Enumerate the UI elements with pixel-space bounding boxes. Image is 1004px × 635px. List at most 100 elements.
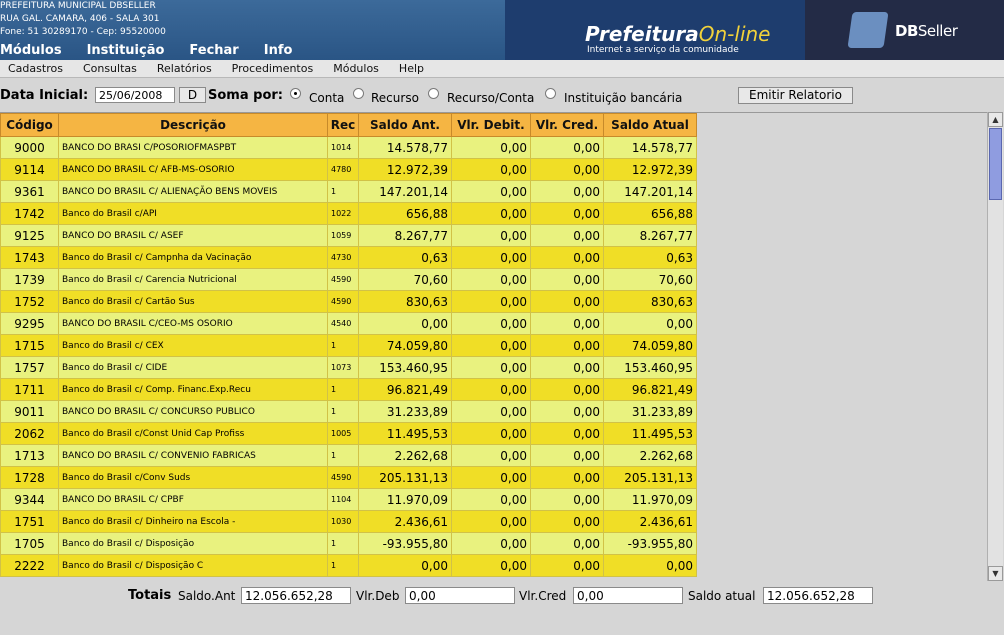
top-menu-modulos[interactable]: Módulos	[0, 43, 62, 60]
radio-recurso-conta[interactable]	[428, 88, 439, 99]
cell-saldo-ant: 656,88	[358, 202, 452, 225]
cell-vlr-cred: 0,00	[530, 158, 604, 181]
cell-saldo-atual: -93.955,80	[603, 532, 697, 555]
vlr-cred-total-field[interactable]: 0,00	[573, 587, 683, 604]
saldo-ant-label: Saldo.Ant	[178, 589, 236, 603]
table-header-row: Código Descrição Rec Saldo Ant. Vlr. Deb…	[0, 113, 697, 137]
emitir-relatorio-button[interactable]: Emitir Relatorio	[738, 87, 853, 104]
cell-vlr-debit: 0,00	[451, 356, 531, 379]
col-descricao[interactable]: Descrição	[58, 113, 328, 137]
cell-rec: 4780	[327, 158, 359, 181]
sub-menu: Cadastros Consultas Relatórios Procedime…	[0, 60, 1004, 78]
cell-saldo-ant: 0,63	[358, 246, 452, 269]
cell-saldo-atual: 830,63	[603, 290, 697, 313]
scroll-up-arrow-icon[interactable]: ▲	[988, 112, 1003, 127]
cell-saldo-ant: 31.233,89	[358, 400, 452, 423]
cell-saldo-atual: 12.972,39	[603, 158, 697, 181]
table-row[interactable]: 1705 Banco do Brasil c/ Disposição 1 -93.95…	[0, 532, 697, 555]
col-codigo[interactable]: Código	[0, 113, 59, 137]
table-row[interactable]: 1743 Banco do Brasil c/ Campnha da Vacina…	[0, 246, 697, 269]
cell-rec: 1005	[327, 422, 359, 445]
menu-cadastros[interactable]: Cadastros	[8, 62, 63, 75]
table-row[interactable]: 9344 BANCO DO BRASIL C/ CPBF 1104 11.970,09…	[0, 488, 697, 511]
table-row[interactable]: 1752 Banco do Brasil c/ Cartão Sus 4590 830…	[0, 290, 697, 313]
cell-rec: 4730	[327, 246, 359, 269]
table-row[interactable]: 1739 Banco do Brasil c/ Carencia Nutricio…	[0, 268, 697, 291]
col-saldo-ant[interactable]: Saldo Ant.	[358, 113, 452, 137]
cell-saldo-ant: 2.262,68	[358, 444, 452, 467]
table-row[interactable]: 9295 BANCO DO BRASIL C/CEO-MS OSORIO 4540 0…	[0, 312, 697, 335]
cell-vlr-debit: 0,00	[451, 554, 531, 577]
table-row[interactable]: 1711 Banco do Brasil c/ Comp. Financ.Exp.…	[0, 378, 697, 401]
cell-rec: 1059	[327, 224, 359, 247]
col-saldo-atual[interactable]: Saldo Atual	[603, 113, 697, 137]
menu-procedimentos[interactable]: Procedimentos	[232, 62, 314, 75]
cell-vlr-cred: 0,00	[530, 510, 604, 533]
table-row[interactable]: 1715 Banco do Brasil c/ CEX 1 74.059,80 0,00…	[0, 334, 697, 357]
cell-vlr-debit: 0,00	[451, 400, 531, 423]
col-vlr-debit[interactable]: Vlr. Debit.	[451, 113, 531, 137]
radio-recurso[interactable]	[353, 88, 364, 99]
saldo-atual-total-field[interactable]: 12.056.652,28	[763, 587, 873, 604]
cell-descricao: BANCO DO BRASIL C/ CONCURSO PUBLICO	[58, 400, 328, 423]
table-row[interactable]: 1742 Banco do Brasil c/API 1022 656,88 0,00 0…	[0, 202, 697, 225]
cell-codigo: 2222	[0, 554, 59, 577]
cell-vlr-cred: 0,00	[530, 136, 604, 159]
menu-relatorios[interactable]: Relatórios	[157, 62, 212, 75]
table-row[interactable]: 9361 BANCO DO BRASIL C/ ALIENAÇÃO BENS MO…	[0, 180, 697, 203]
table-row[interactable]: 9000 BANCO DO BRASI C/POSORIOFMASPBT 1014 1…	[0, 136, 697, 159]
table-row[interactable]: 1713 BANCO DO BRASIL C/ CONVENIO FABRICAS…	[0, 444, 697, 467]
org-info: PREFEITURA MUNICIPAL DBSELLER RUA GAL. C…	[0, 0, 166, 39]
cell-descricao: Banco do Brasil c/ CIDE	[58, 356, 328, 379]
cell-saldo-ant: 96.821,49	[358, 378, 452, 401]
radio-conta[interactable]	[290, 88, 301, 99]
cell-saldo-atual: 11.970,09	[603, 488, 697, 511]
cell-rec: 1	[327, 378, 359, 401]
cell-vlr-debit: 0,00	[451, 180, 531, 203]
radio-instituicao-bancaria-label: Instituição bancária	[564, 91, 683, 105]
cell-saldo-ant: -93.955,80	[358, 532, 452, 555]
cell-vlr-debit: 0,00	[451, 488, 531, 511]
cell-vlr-debit: 0,00	[451, 136, 531, 159]
table-row[interactable]: 9114 BANCO DO BRASIL C/ AFB-MS-OSORIO 4780…	[0, 158, 697, 181]
menu-modulos[interactable]: Módulos	[333, 62, 379, 75]
cell-codigo: 9344	[0, 488, 59, 511]
table-row[interactable]: 1728 Banco do Brasil c/Conv Suds 4590 205.1…	[0, 466, 697, 489]
table-row[interactable]: 1751 Banco do Brasil c/ Dinheiro na Escol…	[0, 510, 697, 533]
table-row[interactable]: 2062 Banco do Brasil c/Const Unid Cap Pro…	[0, 422, 697, 445]
table-row[interactable]: 1757 Banco do Brasil c/ CIDE 1073 153.460,9…	[0, 356, 697, 379]
cell-rec: 1	[327, 554, 359, 577]
top-menu-instituicao[interactable]: Instituição	[87, 43, 165, 60]
cell-descricao: Banco do Brasil c/ CEX	[58, 334, 328, 357]
saldo-ant-total-field[interactable]: 12.056.652,28	[241, 587, 351, 604]
cell-vlr-debit: 0,00	[451, 444, 531, 467]
date-picker-button[interactable]: D	[179, 87, 206, 103]
table-row[interactable]: 9011 BANCO DO BRASIL C/ CONCURSO PUBLICO 1…	[0, 400, 697, 423]
cell-vlr-debit: 0,00	[451, 312, 531, 335]
data-inicial-input[interactable]: 25/06/2008	[95, 87, 175, 103]
cell-descricao: Banco do Brasil c/ Cartão Sus	[58, 290, 328, 313]
vertical-scrollbar[interactable]: ▲ ▼	[987, 112, 1003, 581]
table-row[interactable]: 9125 BANCO DO BRASIL C/ ASEF 1059 8.267,77 0…	[0, 224, 697, 247]
col-vlr-cred[interactable]: Vlr. Cred.	[530, 113, 604, 137]
cell-descricao: BANCO DO BRASIL C/ ALIENAÇÃO BENS MOVEIS	[58, 180, 328, 203]
table-row[interactable]: 2222 Banco do Brasil c/ Disposição C 1 0,00…	[0, 554, 697, 577]
cell-saldo-ant: 205.131,13	[358, 466, 452, 489]
cell-codigo: 1751	[0, 510, 59, 533]
top-menu-fechar[interactable]: Fechar	[189, 43, 238, 60]
top-menu-info[interactable]: Info	[264, 43, 293, 60]
menu-consultas[interactable]: Consultas	[83, 62, 137, 75]
radio-instituicao-bancaria[interactable]	[545, 88, 556, 99]
col-rec[interactable]: Rec	[327, 113, 359, 137]
vlr-deb-total-field[interactable]: 0,00	[405, 587, 515, 604]
scroll-down-arrow-icon[interactable]: ▼	[988, 566, 1003, 581]
data-inicial-label: Data Inicial:	[0, 88, 89, 103]
menu-help[interactable]: Help	[399, 62, 424, 75]
cell-codigo: 1752	[0, 290, 59, 313]
org-name: PREFEITURA MUNICIPAL DBSELLER	[0, 1, 156, 11]
cell-vlr-cred: 0,00	[530, 466, 604, 489]
totals-label: Totais	[128, 588, 172, 603]
cell-saldo-atual: 31.233,89	[603, 400, 697, 423]
cell-descricao: BANCO DO BRASIL C/ AFB-MS-OSORIO	[58, 158, 328, 181]
scroll-thumb[interactable]	[989, 128, 1002, 200]
